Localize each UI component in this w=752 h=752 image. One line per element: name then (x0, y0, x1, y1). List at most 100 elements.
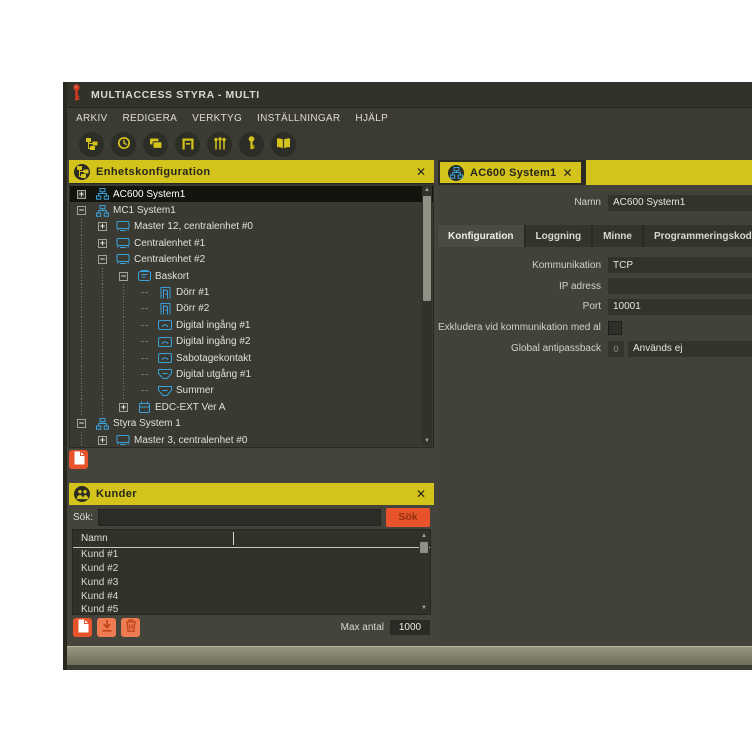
tree-item-baskort[interactable]: −Baskort (70, 268, 433, 284)
menu-item-hj-lp[interactable]: HJÄLP (355, 113, 388, 124)
close-icon[interactable]: ✕ (416, 166, 426, 178)
tree-item-summer[interactable]: Summer (70, 383, 433, 399)
search-button[interactable]: Sök (386, 508, 430, 527)
expand-icon[interactable]: + (98, 436, 115, 445)
field-label: IP adress (438, 281, 601, 292)
tree-item-sabotagekontakt[interactable]: Sabotagekontakt (70, 350, 433, 366)
tree-item-edc-ext-ver-a[interactable]: +EDC-EXT Ver A (70, 399, 433, 415)
toolbar-button-key[interactable] (239, 132, 264, 157)
scrollbar[interactable]: ▲ ▼ (422, 185, 432, 446)
new-device-button[interactable] (69, 450, 88, 469)
toolbar-button-gate[interactable] (175, 132, 200, 157)
tree-item-ac600-system1[interactable]: +AC600 System1 (70, 186, 433, 202)
tree-item-centralenhet-1[interactable]: +Centralenhet #1 (70, 235, 433, 251)
list-item-kund-2[interactable]: Kund #2 (73, 562, 430, 576)
global-antipassback-count[interactable]: 0 (608, 341, 624, 357)
tree-guide (77, 350, 98, 366)
tree-guide (77, 284, 98, 300)
name-field[interactable]: AC600 System1 (608, 195, 752, 211)
tree-guide (77, 252, 98, 268)
global-antipassback-field[interactable]: Används ej (628, 341, 752, 357)
tree-item-digital-ing-ng-2[interactable]: Digital ingång #2 (70, 334, 433, 350)
tree-item-label: Digital ingång #2 (176, 336, 251, 347)
collapse-icon[interactable]: − (98, 255, 115, 264)
toolbar-button-cards[interactable] (143, 132, 168, 157)
menu-item-arkiv[interactable]: ARKIV (76, 113, 108, 124)
menu-item-redigera[interactable]: REDIGERA (123, 113, 178, 124)
collapse-icon[interactable]: − (77, 206, 94, 215)
menu-item-verktyg[interactable]: VERKTYG (192, 113, 242, 124)
trash-button[interactable] (121, 618, 140, 637)
expand-icon[interactable]: + (77, 190, 94, 199)
scroll-thumb[interactable] (423, 196, 431, 301)
tree-item-d-rr-2[interactable]: Dörr #2 (70, 301, 433, 317)
collapse-icon[interactable]: − (77, 419, 94, 428)
menu-item-inst-llningar[interactable]: INSTÄLLNINGAR (257, 113, 340, 124)
import-button[interactable] (97, 618, 116, 637)
tree-item-styra-system-1[interactable]: −Styra System 1 (70, 415, 433, 431)
ip-adress-field[interactable] (608, 278, 752, 294)
system-icon (94, 418, 110, 430)
max-count-label: Max antal (341, 622, 384, 633)
tree-guide (98, 350, 119, 366)
exkludera-vid-kommunikation-med-alla-system-checkbox[interactable] (608, 321, 622, 335)
tree-item-digital-ing-ng-1[interactable]: Digital ingång #1 (70, 317, 433, 333)
toolbar-button-clock[interactable] (111, 132, 136, 157)
tree-guide (77, 219, 98, 235)
tab-minne[interactable]: Minne (593, 225, 642, 247)
scroll-up-icon[interactable]: ▲ (422, 185, 432, 195)
new-document-button[interactable] (73, 618, 92, 637)
tree-item-label: Master 3, centralenhet #0 (134, 435, 247, 446)
expand-icon[interactable]: + (98, 239, 115, 248)
tab-programmeringskod[interactable]: Programmeringskod (644, 225, 752, 247)
scroll-down-icon[interactable]: ▼ (422, 436, 432, 446)
field-label: Kommunikation (438, 260, 601, 271)
list-item-kund-3[interactable]: Kund #3 (73, 575, 430, 589)
list-item-kund-5[interactable]: Kund #5 (73, 603, 430, 615)
window-bottom-edge (67, 665, 752, 670)
tree-item-master-12-centralenhet-0[interactable]: +Master 12, centralenhet #0 (70, 219, 433, 235)
search-input[interactable] (98, 509, 381, 526)
close-icon[interactable]: ✕ (416, 488, 426, 500)
tree-guide (119, 383, 140, 399)
tree-guide (98, 366, 119, 382)
leaf-connector (140, 374, 157, 375)
detail-tab[interactable]: AC600 System1 ✕ (438, 160, 583, 185)
scroll-up-icon[interactable]: ▲ (419, 531, 429, 541)
tree-item-d-rr-1[interactable]: Dörr #1 (70, 284, 433, 300)
toolbar-button-keys[interactable] (207, 132, 232, 157)
field-row-port: Port10001 (438, 297, 752, 318)
scroll-thumb[interactable] (420, 542, 428, 553)
tree-item-digital-utg-ng-1[interactable]: Digital utgång #1 (70, 366, 433, 382)
tab-konfiguration[interactable]: Konfiguration (438, 225, 524, 247)
list-item-kund-1[interactable]: Kund #1 (73, 548, 430, 562)
field-row-ip-adress: IP adress (438, 276, 752, 297)
device-panel-title: Enhetskonfiguration (96, 166, 410, 178)
collapse-icon[interactable]: − (119, 272, 136, 281)
max-count-value[interactable]: 1000 (390, 620, 430, 635)
toolbar-button-tree[interactable] (79, 132, 104, 157)
field-label: Exkludera vid kommunikation med alla sys… (438, 322, 601, 333)
tree-item-master-3-centralenhet-0[interactable]: + Master 3, centralenhet #0 (70, 432, 433, 448)
customer-search-row: Sök: Sök (69, 505, 434, 528)
detail-body: Namn AC600 System1 KonfigurationLoggning… (438, 185, 752, 646)
expand-icon[interactable]: + (119, 403, 136, 412)
port-field[interactable]: 10001 (608, 299, 752, 315)
tree-guide (77, 383, 98, 399)
scrollbar[interactable]: ▲ ▼ (419, 531, 429, 613)
tree-guide (98, 334, 119, 350)
toolbar-button-book[interactable] (271, 132, 296, 157)
terminal-icon (115, 254, 131, 265)
gate-icon (181, 137, 195, 153)
kommunikation-field[interactable]: TCP (608, 257, 752, 273)
tree-item-centralenhet-2[interactable]: −Centralenhet #2 (70, 252, 433, 268)
input-icon (157, 337, 173, 347)
close-icon[interactable]: ✕ (562, 167, 572, 179)
tab-loggning[interactable]: Loggning (526, 225, 592, 247)
expand-icon[interactable]: + (98, 222, 115, 231)
list-item-kund-4[interactable]: Kund #4 (73, 589, 430, 603)
tree-item-mc1-system1[interactable]: −MC1 System1 (70, 202, 433, 218)
column-header-row[interactable]: Namn (73, 530, 430, 548)
scroll-down-icon[interactable]: ▼ (419, 603, 429, 613)
column-divider[interactable] (233, 532, 234, 545)
